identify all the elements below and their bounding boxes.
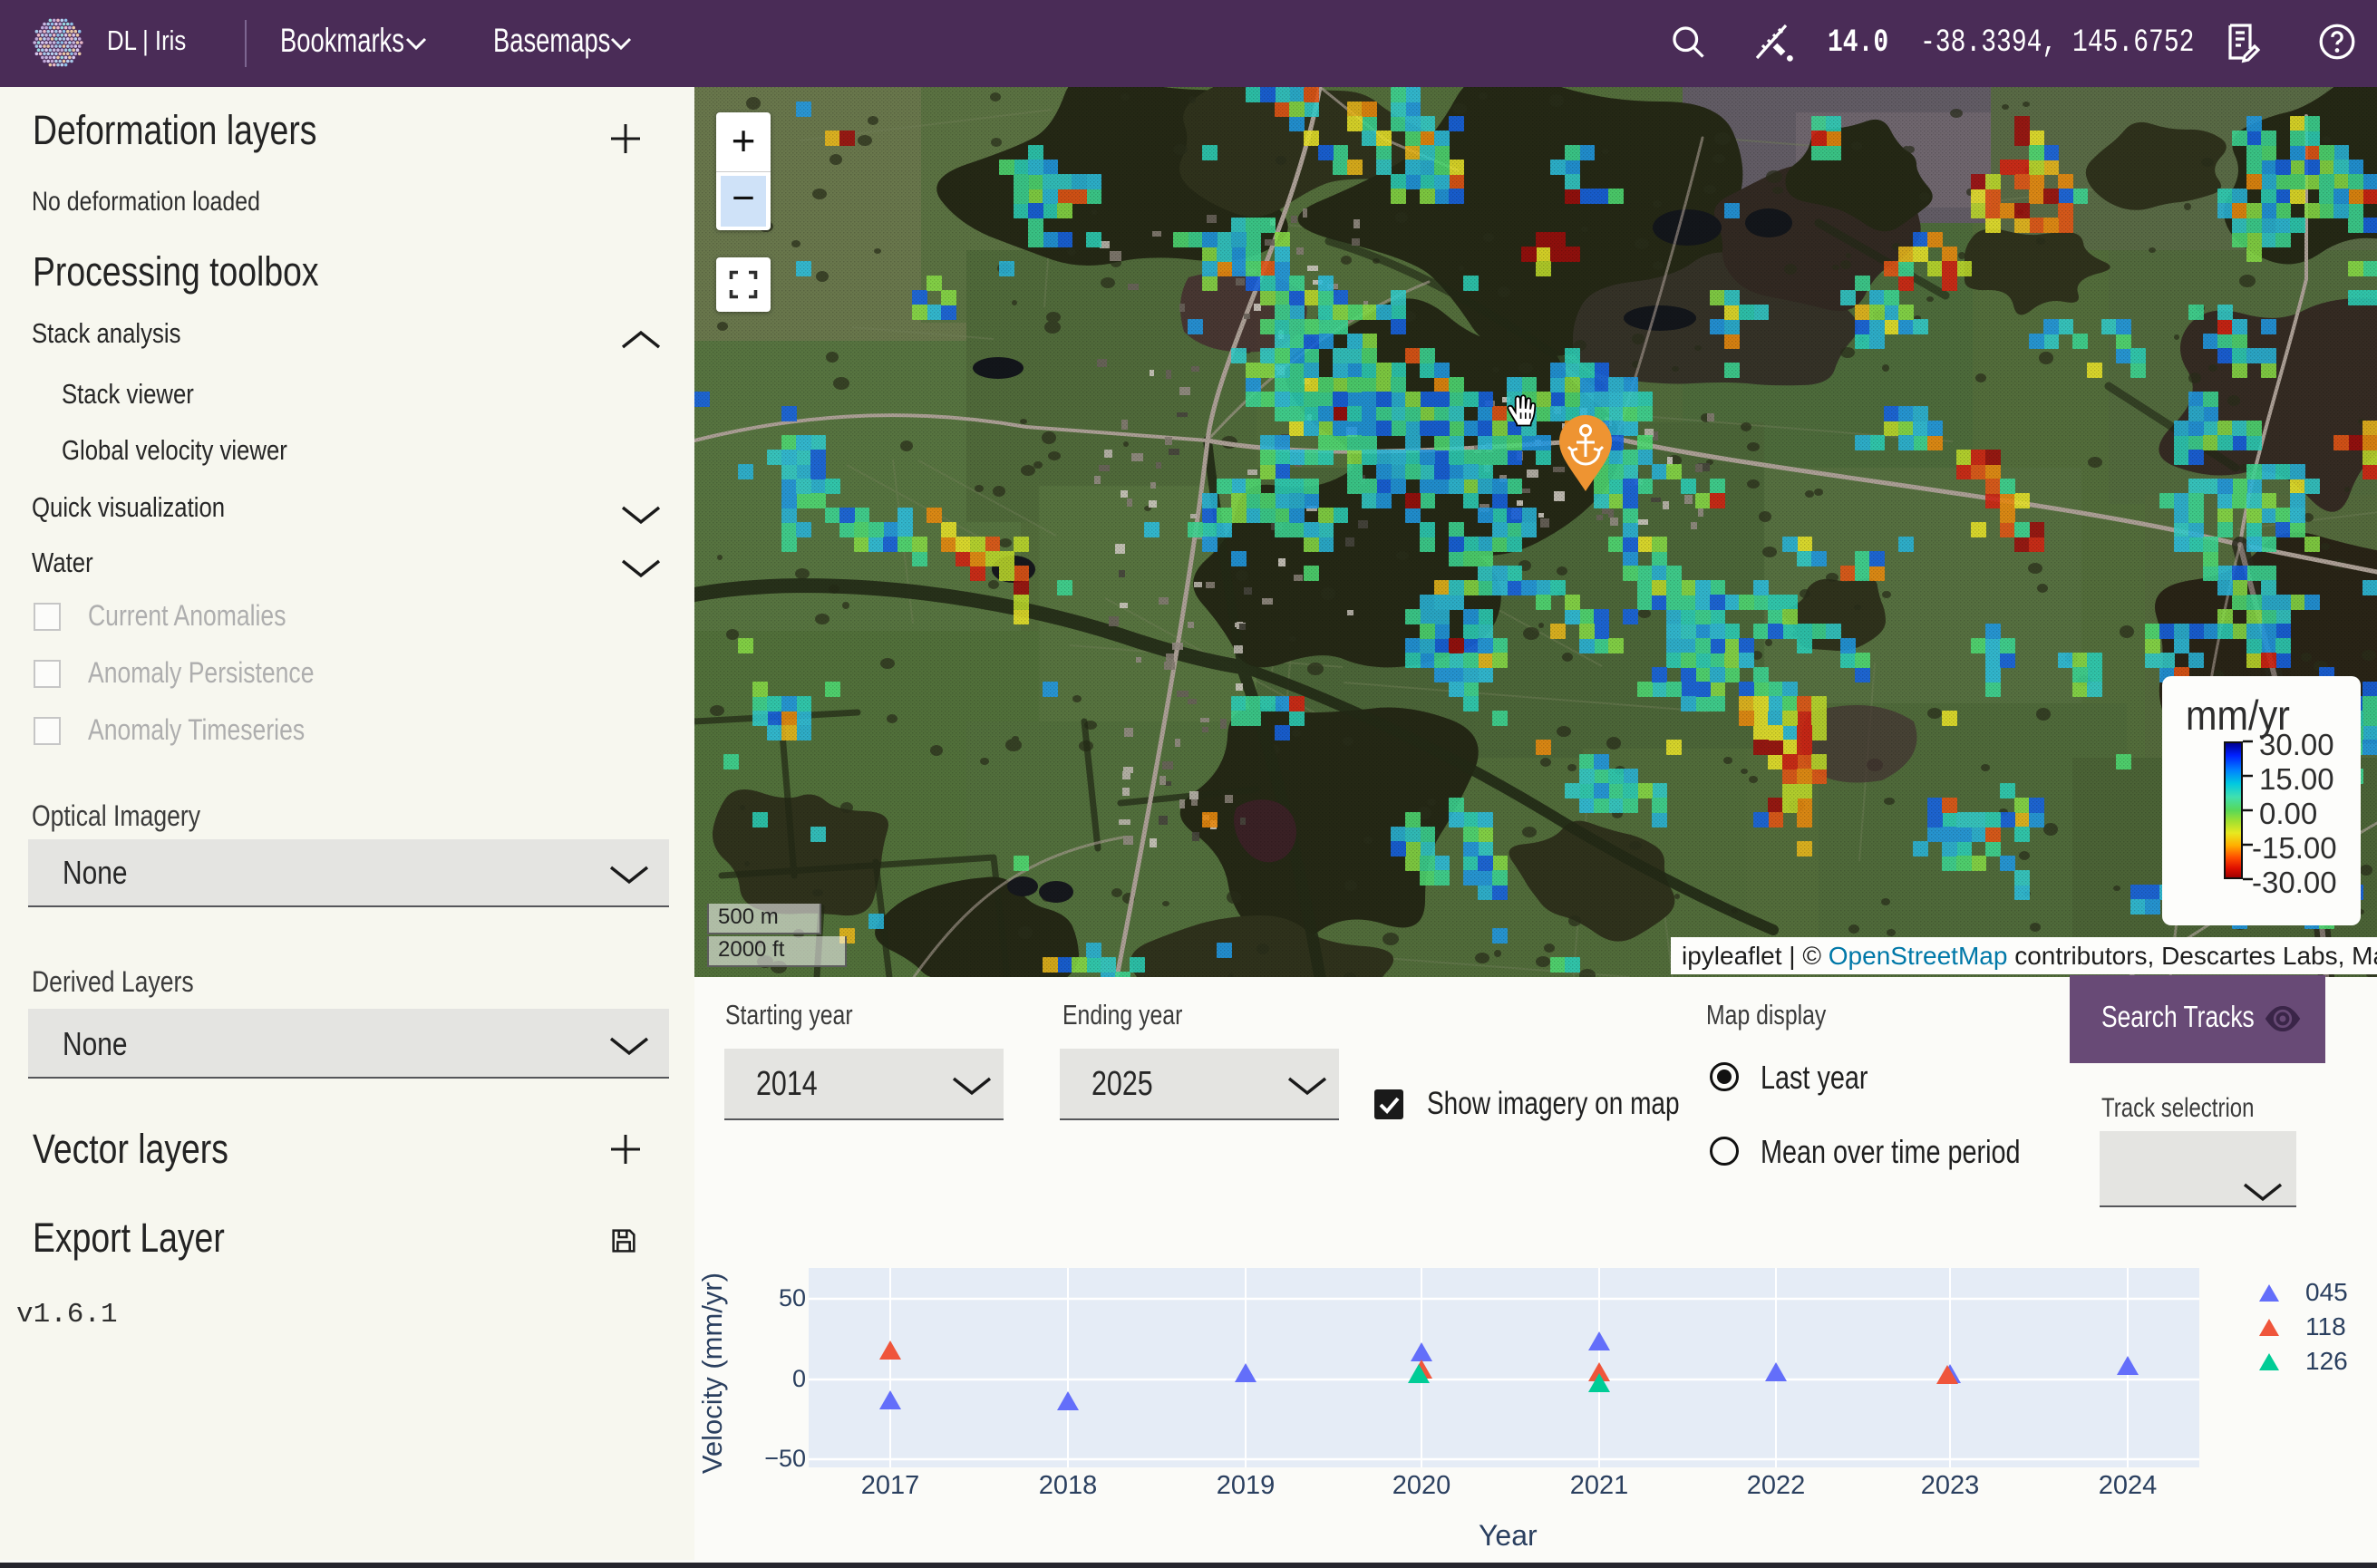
svg-text:Velocity (mm/yr): Velocity (mm/yr) (696, 1273, 728, 1474)
